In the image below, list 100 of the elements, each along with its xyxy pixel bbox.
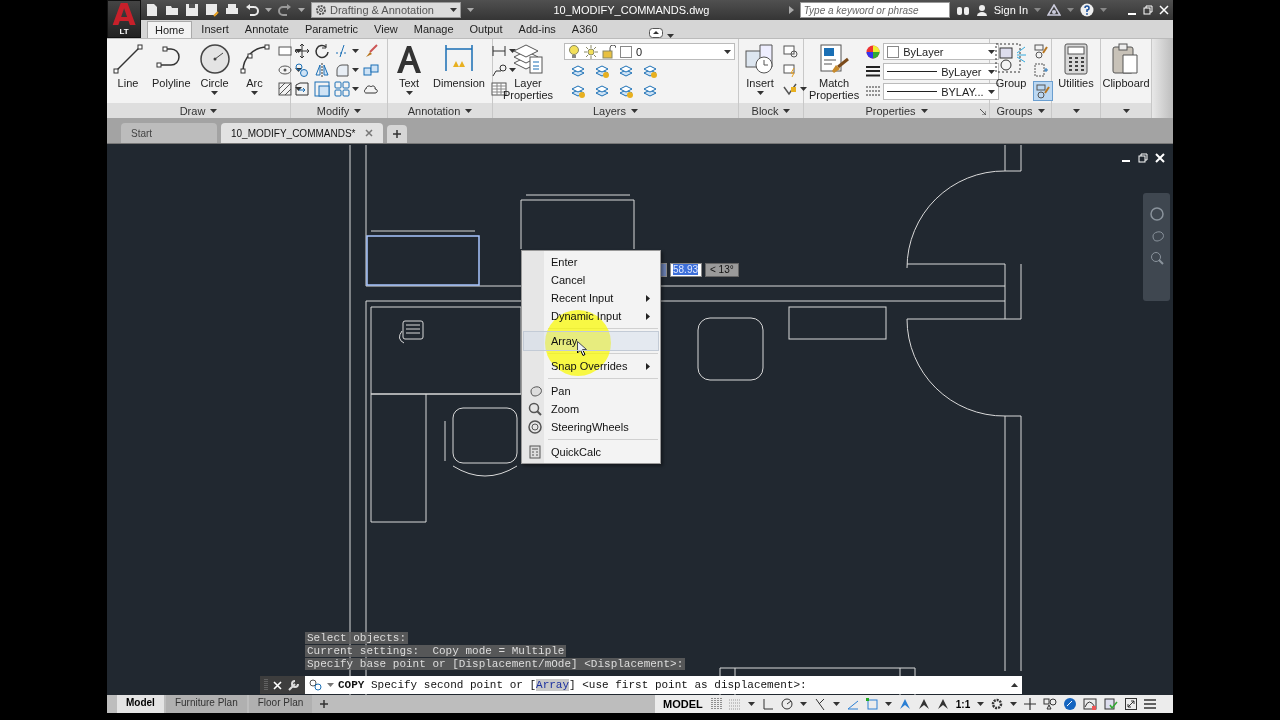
navigation-bar[interactable]: [1143, 193, 1170, 301]
printer-icon[interactable]: [225, 3, 239, 17]
wheel-icon[interactable]: [1149, 207, 1164, 221]
ellipse-icon[interactable]: [276, 62, 293, 78]
menu-item[interactable]: Cancel: [524, 271, 658, 289]
panel-title[interactable]: Draw: [179, 104, 206, 117]
new-tab-button[interactable]: [387, 125, 408, 143]
color-dropdown[interactable]: ByLayer: [883, 43, 999, 60]
ribbon-tool-button[interactable]: Clipboard: [1100, 43, 1152, 89]
menu-item[interactable]: Zoom: [524, 400, 658, 418]
ribbon-tab[interactable]: Insert: [194, 21, 236, 38]
expand-arrow-icon[interactable]: [788, 6, 794, 14]
block-check-icon[interactable]: [782, 81, 798, 97]
ribbon-tool-button[interactable]: Insert: [742, 43, 778, 95]
caret-icon[interactable]: [211, 91, 219, 95]
annotation-scale-dropdown[interactable]: 1:1: [955, 698, 971, 710]
zoom-icon[interactable]: [528, 402, 542, 416]
lineweight-toggle-icon[interactable]: [846, 698, 859, 710]
caret-icon[interactable]: [1122, 108, 1130, 113]
mirror-icon[interactable]: [314, 62, 330, 78]
arc-icon[interactable]: [238, 43, 271, 75]
selection-cycle-icon[interactable]: [865, 698, 878, 710]
dimension-line-icon[interactable]: [490, 43, 507, 59]
gear-icon[interactable]: [991, 698, 1004, 710]
caret-icon[interactable]: [920, 108, 928, 113]
ribbon-tool-button[interactable]: Utilities: [1056, 43, 1096, 89]
redo-icon[interactable]: [278, 3, 292, 17]
color-wheel-icon[interactable]: [865, 43, 882, 60]
ribbon-tool-button[interactable]: Line: [110, 43, 146, 89]
layout-tab[interactable]: Furniture Plan: [165, 695, 247, 713]
ribbon-tab[interactable]: Manage: [406, 21, 461, 38]
ortho-icon[interactable]: [761, 698, 774, 710]
menu-item[interactable]: Recent Input: [524, 289, 658, 307]
shapes-icon[interactable]: [1043, 698, 1058, 710]
layers-icon[interactable]: [594, 83, 610, 99]
menu-item[interactable]: Array: [524, 332, 658, 350]
insert-block-icon[interactable]: [744, 43, 776, 75]
menu-item[interactable]: Pan: [524, 382, 658, 400]
zoom-icon[interactable]: [1149, 251, 1164, 265]
circle-arrow-icon[interactable]: [314, 43, 330, 59]
menu-item[interactable]: SteeringWheels: [524, 418, 658, 436]
document-tab[interactable]: 10_MODIFY_COMMANDS*: [221, 123, 384, 143]
caret-icon[interactable]: [294, 87, 302, 91]
fullscreen-icon[interactable]: [1125, 698, 1138, 710]
polar-icon[interactable]: [780, 698, 793, 710]
command-line-field[interactable]: COPY Specify second point or [Array] <use first point as displacement>:: [305, 676, 1022, 694]
caret-icon[interactable]: [783, 108, 791, 113]
lineweight-icon[interactable]: [865, 63, 882, 80]
caret-icon[interactable]: [508, 49, 516, 53]
ribbon-tab[interactable]: Parametric: [297, 21, 366, 38]
grip-icon[interactable]: [264, 679, 268, 691]
submenu-arrow-icon[interactable]: [646, 362, 650, 370]
exchange-icon[interactable]: [1047, 4, 1061, 16]
circle-icon[interactable]: [198, 43, 231, 75]
bulb-icon[interactable]: [568, 44, 580, 59]
viewport-close-icon[interactable]: [1155, 153, 1165, 163]
annotation-visibility-icon[interactable]: [898, 698, 911, 710]
autoscale-icon[interactable]: [917, 698, 930, 710]
viewport-restore-icon[interactable]: [1138, 153, 1148, 163]
search-field[interactable]: Type a keyword or phrase: [799, 2, 950, 18]
caret-icon[interactable]: [508, 68, 516, 72]
group-select-icon[interactable]: [1033, 43, 1049, 59]
caret-icon[interactable]: [465, 108, 473, 113]
caret-icon[interactable]: [977, 702, 985, 706]
caret-icon[interactable]: [294, 49, 302, 53]
group-icon[interactable]: [995, 43, 1027, 75]
ribbon-tool-button[interactable]: Polyline: [150, 43, 193, 89]
ribbon-tool-button[interactable]: Text: [391, 43, 427, 95]
ribbon-tab[interactable]: Add-ins: [511, 21, 563, 38]
caret-icon[interactable]: [352, 87, 359, 91]
caret-icon[interactable]: [631, 108, 638, 113]
caret-icon[interactable]: [352, 68, 359, 72]
plus-icon[interactable]: [393, 130, 402, 138]
close-icon[interactable]: [1159, 5, 1169, 15]
caret-icon[interactable]: [832, 702, 840, 706]
ribbon-tab[interactable]: View: [367, 21, 405, 38]
caret-icon[interactable]: [987, 89, 995, 94]
submenu-arrow-icon[interactable]: [646, 312, 650, 320]
folder-icon[interactable]: [165, 3, 179, 17]
layout-tab[interactable]: Model: [117, 695, 164, 713]
new-file-icon[interactable]: [145, 3, 159, 17]
caret-icon[interactable]: [799, 702, 807, 706]
caret-icon[interactable]: [405, 91, 413, 95]
distance-input-field[interactable]: 58.93: [670, 263, 702, 277]
hand-icon[interactable]: [528, 384, 542, 398]
sun-icon[interactable]: [584, 44, 598, 59]
caret-icon[interactable]: [1010, 702, 1018, 706]
match-properties-icon[interactable]: [818, 43, 851, 75]
caret-icon[interactable]: [210, 108, 218, 113]
workspace-dropdown[interactable]: Drafting & Annotation: [311, 2, 461, 18]
menu-item[interactable]: QuickCalc: [524, 443, 658, 461]
isolate-icon[interactable]: [1064, 698, 1077, 710]
close-tab-icon[interactable]: [365, 129, 374, 137]
command-option-link[interactable]: Array: [536, 679, 570, 691]
layers-icon[interactable]: [642, 83, 658, 99]
grid-display-icon[interactable]: [709, 698, 722, 710]
snap-dots-icon[interactable]: [728, 698, 741, 710]
layers-star-icon[interactable]: [570, 83, 586, 99]
ribbon-tab[interactable]: Home: [147, 21, 193, 38]
brush-icon[interactable]: [363, 43, 379, 59]
